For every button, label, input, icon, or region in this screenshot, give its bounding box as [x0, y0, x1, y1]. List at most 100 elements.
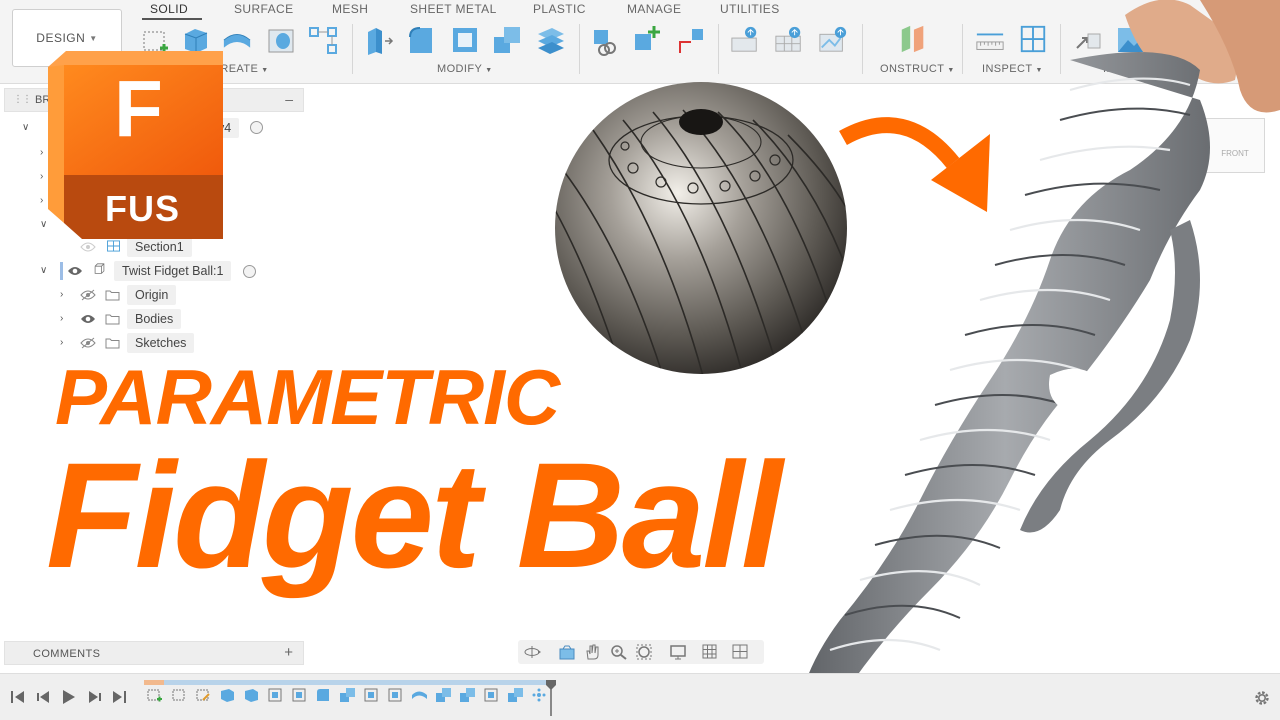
timeline-shell-icon[interactable]	[387, 687, 404, 703]
gear-icon[interactable]	[1253, 689, 1271, 707]
timeline-combine-icon[interactable]	[339, 687, 356, 703]
hole-icon[interactable]	[266, 25, 296, 55]
chevron-down-icon: ▼	[89, 33, 98, 43]
timeline-extrude-icon[interactable]	[219, 687, 236, 703]
split-body-icon[interactable]	[536, 26, 566, 56]
press-pull-icon[interactable]	[364, 26, 394, 56]
chevron-right-icon[interactable]: ›	[60, 337, 63, 348]
as-built-joint-icon[interactable]	[676, 26, 706, 56]
chevron-right-icon[interactable]: ›	[40, 171, 43, 182]
step-back-icon[interactable]	[36, 690, 52, 704]
active-tab-indicator	[142, 18, 202, 20]
comments-title: COMMENTS	[33, 648, 101, 660]
display-settings-icon[interactable]	[670, 644, 688, 660]
tree-item-label: Origin	[127, 285, 177, 305]
tree-item-label: Bodies	[127, 309, 182, 329]
toolbar-divider	[579, 24, 580, 74]
tree-item-section[interactable]: Section1	[127, 236, 192, 258]
twisted-fidget-object	[800, 0, 1280, 700]
add-comment-icon[interactable]: +	[284, 644, 293, 661]
tab-mesh[interactable]: MESH	[332, 2, 368, 16]
new-component-icon[interactable]	[590, 26, 620, 56]
play-icon[interactable]	[61, 690, 77, 704]
step-forward-icon[interactable]	[86, 690, 102, 704]
chevron-right-icon[interactable]: ›	[40, 147, 43, 158]
tab-plastic[interactable]: PLASTIC	[533, 2, 586, 16]
toolbar-divider	[718, 24, 719, 74]
visibility-hidden-icon[interactable]	[80, 289, 96, 301]
extrude-icon[interactable]	[180, 24, 210, 54]
chevron-right-icon[interactable]: ›	[40, 195, 43, 206]
zoom-icon[interactable]	[610, 644, 628, 660]
utility-make-icon[interactable]	[730, 24, 760, 54]
tree-item-label: Section1	[127, 237, 192, 257]
activate-radio[interactable]	[243, 265, 256, 278]
fillet-icon[interactable]	[406, 25, 436, 55]
visibility-hidden-icon[interactable]	[80, 337, 96, 349]
fusion-logo: F FUS	[48, 51, 223, 239]
look-at-icon[interactable]	[558, 644, 576, 660]
headline-line-1: PARAMETRIC	[55, 353, 560, 441]
fit-to-window-icon[interactable]	[636, 644, 654, 660]
timeline-combine-icon[interactable]	[459, 687, 476, 703]
tab-manage[interactable]: MANAGE	[627, 2, 681, 16]
timeline-shell-icon[interactable]	[291, 687, 308, 703]
comments-panel-header[interactable]: COMMENTS +	[4, 641, 304, 665]
collapse-icon[interactable]: –	[285, 91, 293, 107]
revolve-icon[interactable]	[222, 26, 252, 56]
timeline-shell-icon[interactable]	[363, 687, 380, 703]
drag-handle-icon[interactable]: ⋮⋮	[13, 94, 32, 105]
timeline-sketch-icon[interactable]	[146, 687, 163, 703]
timeline-track[interactable]	[144, 680, 554, 685]
folder-icon	[105, 290, 120, 301]
viewports-icon[interactable]	[732, 644, 750, 660]
pattern-icon[interactable]	[308, 25, 338, 55]
chevron-down-icon[interactable]: ∨	[40, 219, 47, 230]
chevron-right-icon[interactable]: ›	[60, 289, 63, 300]
go-to-start-icon[interactable]	[10, 690, 26, 704]
timeline-marker-icon[interactable]	[546, 680, 556, 716]
modify-menu[interactable]: MODIFY ▼	[437, 63, 493, 75]
timeline-revolve-icon[interactable]	[411, 687, 428, 703]
timeline-shell-icon[interactable]	[483, 687, 500, 703]
grid-settings-icon[interactable]	[702, 644, 720, 660]
timeline-sketch-icon[interactable]	[315, 687, 332, 703]
tab-solid[interactable]: SOLID	[150, 2, 188, 16]
tree-item-sketches[interactable]: Sketches	[127, 332, 195, 354]
active-component-bar	[60, 262, 63, 280]
tree-item-label: Sketches	[127, 333, 195, 353]
timeline-sketch-icon[interactable]	[195, 687, 212, 703]
activate-radio[interactable]	[250, 121, 263, 134]
chevron-down-icon[interactable]: ∨	[40, 265, 47, 276]
logo-letter: F	[114, 64, 163, 153]
tab-sheet-metal[interactable]: SHEET METAL	[410, 2, 497, 16]
timeline-extrude-icon[interactable]	[243, 687, 260, 703]
chevron-down-icon: ▼	[261, 67, 269, 74]
tree-item-bodies[interactable]: Bodies	[127, 308, 182, 330]
tree-item-origin[interactable]: Origin	[127, 284, 177, 306]
timeline-shell-icon[interactable]	[267, 687, 284, 703]
chevron-down-icon[interactable]: ∨	[22, 122, 29, 133]
visibility-hidden-icon[interactable]	[80, 241, 96, 253]
shell-icon[interactable]	[450, 25, 480, 55]
combine-icon[interactable]	[492, 25, 522, 55]
joint-icon[interactable]	[632, 24, 662, 54]
orbit-icon[interactable]	[524, 644, 542, 660]
chevron-right-icon[interactable]: ›	[60, 313, 63, 324]
section-analysis-icon	[107, 240, 120, 252]
logo-text: FUS	[105, 188, 180, 229]
tree-item-label: Twist Fidget Ball:1	[114, 261, 232, 281]
tab-surface[interactable]: SURFACE	[234, 2, 293, 16]
go-to-end-icon[interactable]	[111, 690, 127, 704]
tree-item-component[interactable]: Twist Fidget Ball:1	[114, 260, 232, 282]
folder-icon	[105, 338, 120, 349]
timeline-sketch-icon[interactable]	[171, 687, 188, 703]
visibility-eye-icon[interactable]	[67, 265, 83, 277]
folder-icon	[105, 314, 120, 325]
visibility-eye-icon[interactable]	[80, 313, 96, 325]
pan-hand-icon[interactable]	[584, 644, 602, 660]
chevron-down-icon: ▼	[485, 67, 493, 74]
timeline-combine-icon[interactable]	[435, 687, 452, 703]
workspace-label: DESIGN	[36, 31, 86, 45]
timeline-combine-icon[interactable]	[507, 687, 524, 703]
